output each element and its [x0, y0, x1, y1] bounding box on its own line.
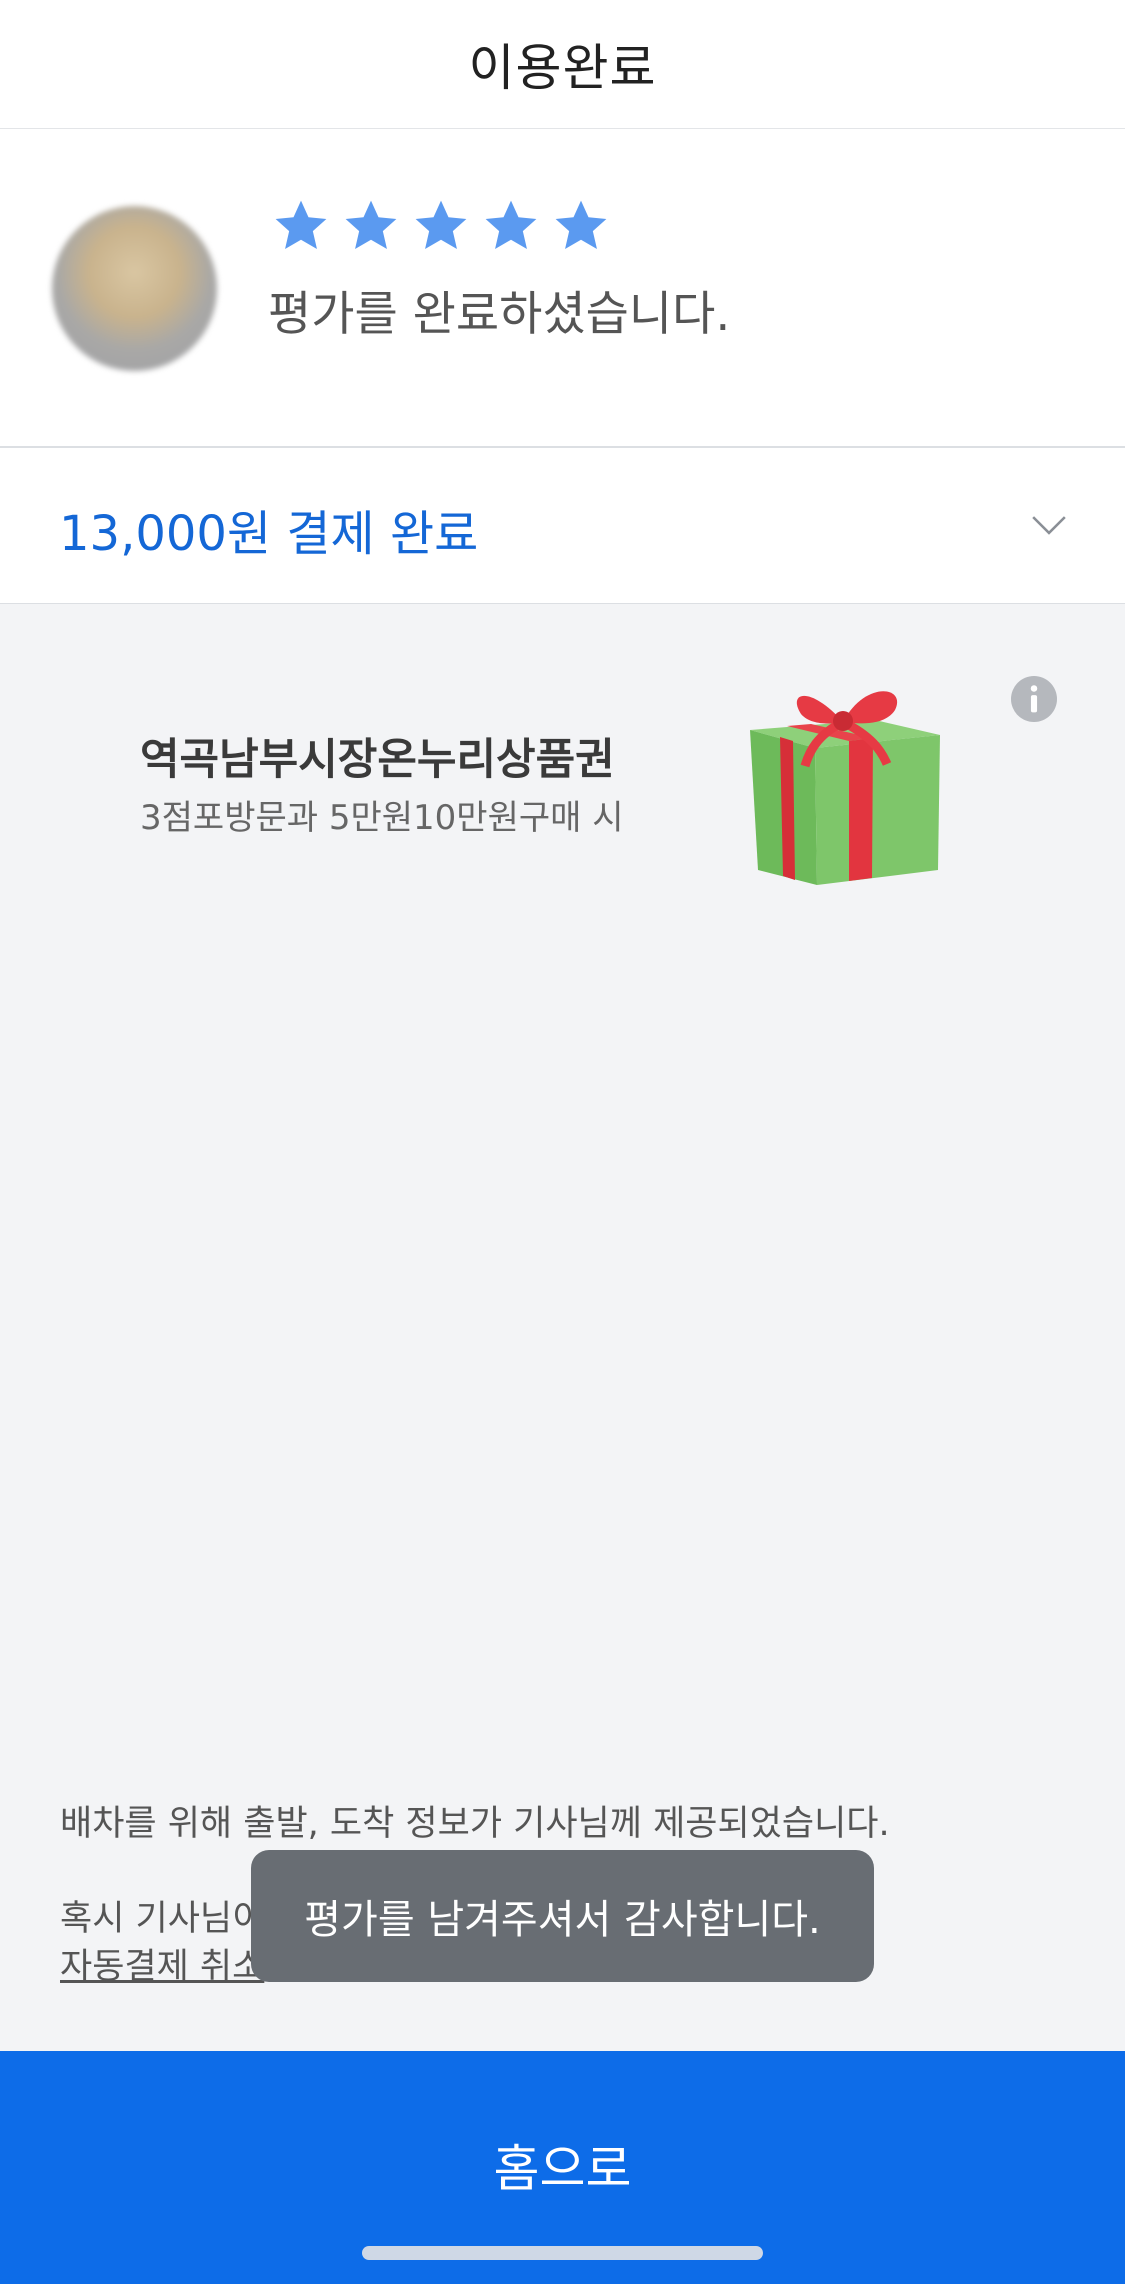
payment-summary: 13,000원 결제 완료: [59, 506, 479, 562]
toast-text: 평가를 남겨주셔서 감사합니다.: [304, 1897, 821, 1943]
rating-complete-message: 평가를 완료하셨습니다.: [268, 287, 731, 342]
star-icon: [275, 200, 327, 249]
payment-summary-row[interactable]: 13,000원 결제 완료: [0, 448, 1125, 604]
promo-banner[interactable]: 역곡남부시장온누리상품권 3점포방문과 5만원10만원구매 시: [60, 650, 1065, 895]
auto-payment-cancel-link[interactable]: 자동결제 취소: [60, 1938, 264, 1989]
gift-box-icon: [750, 691, 940, 885]
driver-notice: 혹시 기사님이: [60, 1899, 265, 1939]
star-rating: [272, 197, 610, 255]
star-icon: [555, 200, 607, 249]
toast-message: 평가를 남겨주셔서 감사합니다.: [251, 1850, 874, 1982]
star-icon: [415, 200, 467, 249]
driver-avatar: [52, 206, 217, 371]
chevron-down-icon[interactable]: [1030, 506, 1068, 544]
page-title: 이용완료: [468, 39, 657, 97]
home-button-label: 홈으로: [493, 2141, 632, 2197]
rating-section: 평가를 완료하셨습니다.: [0, 129, 1125, 448]
promo-subtitle: 3점포방문과 5만원10만원구매 시: [140, 798, 624, 838]
info-icon[interactable]: [1011, 676, 1057, 722]
top-bar: 이용완료: [0, 0, 1125, 129]
star-icon: [345, 200, 397, 249]
promo-title: 역곡남부시장온누리상품권: [140, 735, 615, 785]
dispatch-info-notice: 배차를 위해 출발, 도착 정보가 기사님께 제공되었습니다.: [60, 1804, 890, 1844]
star-icon: [485, 200, 537, 249]
home-indicator: [362, 2246, 763, 2260]
